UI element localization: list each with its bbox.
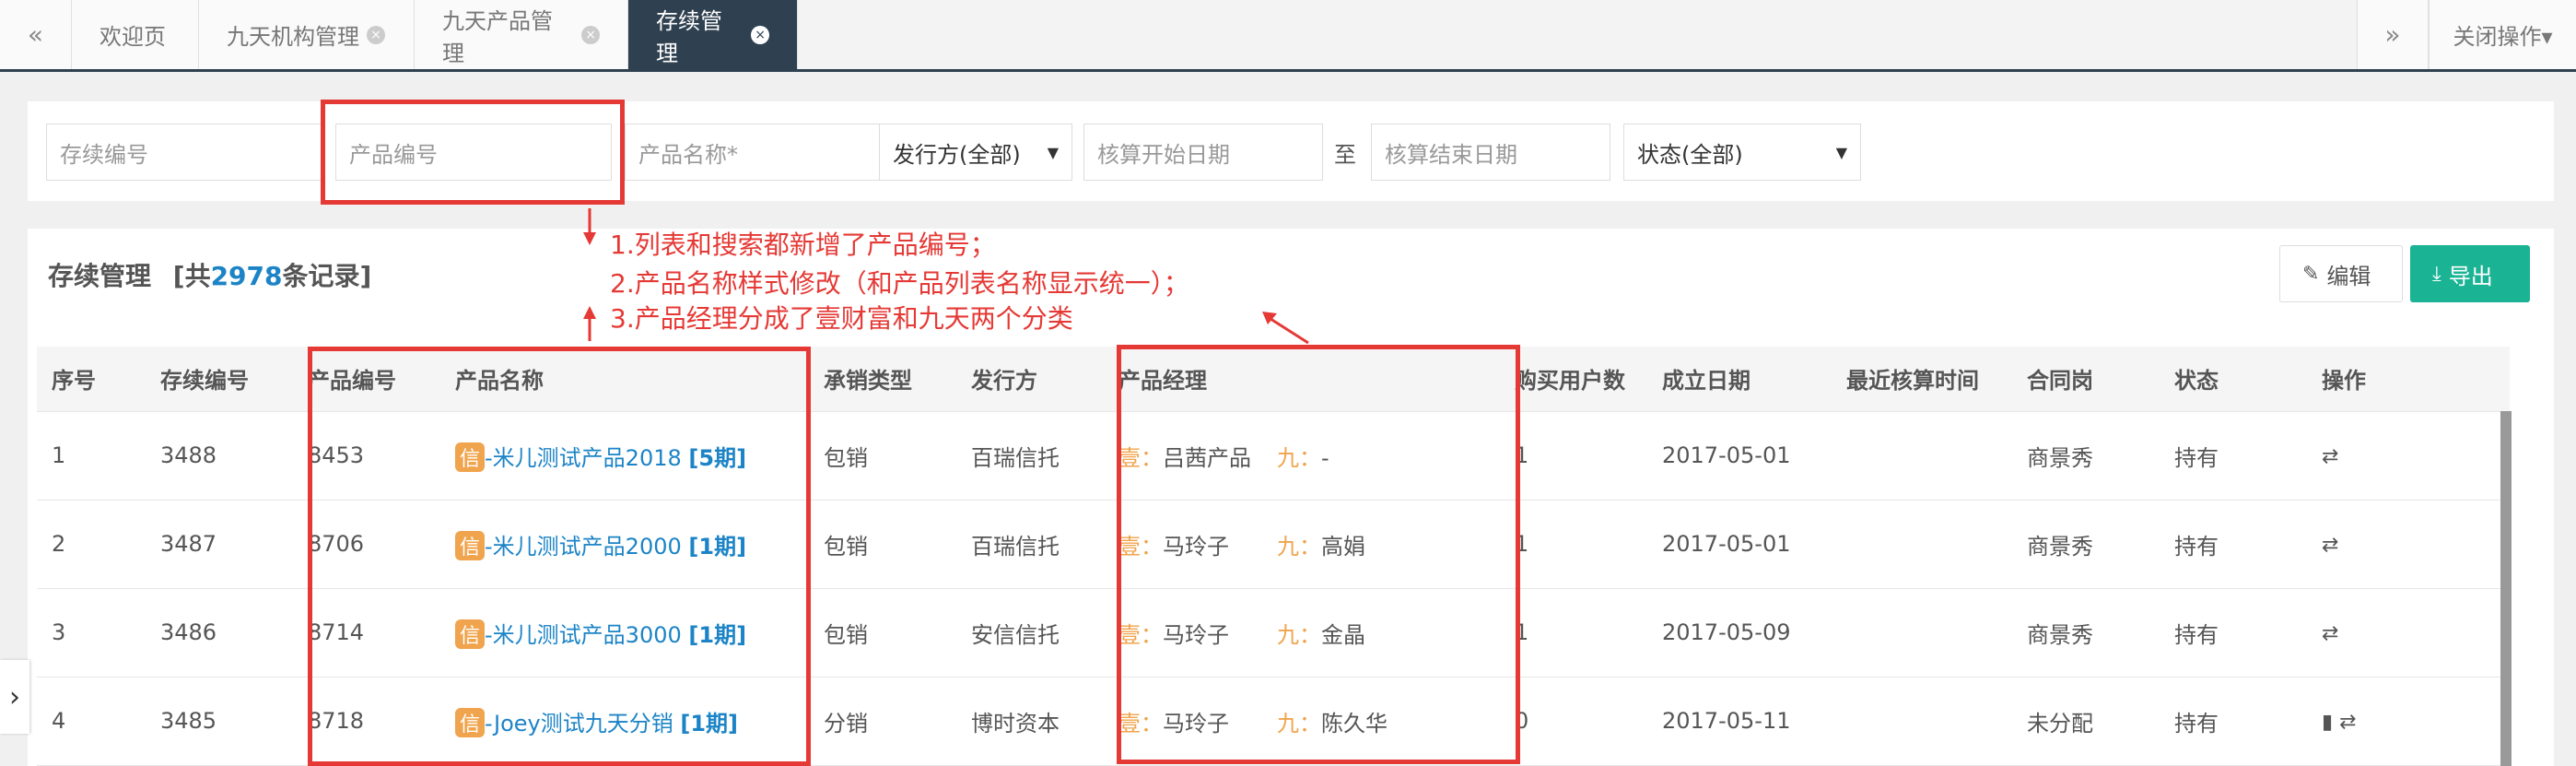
- annotation-line-3: 3.产品经理分成了壹财富和九天两个分类: [610, 303, 1073, 334]
- annotation-line-2: 2.产品名称样式修改（和产品列表名称显示统一）；: [610, 268, 1189, 299]
- sidebar-toggle-chevron-icon[interactable]: ›: [0, 660, 29, 734]
- annotation-line-1: 1.列表和搜索都新增了产品编号；: [610, 230, 996, 260]
- annotation-arrows: [583, 208, 1309, 345]
